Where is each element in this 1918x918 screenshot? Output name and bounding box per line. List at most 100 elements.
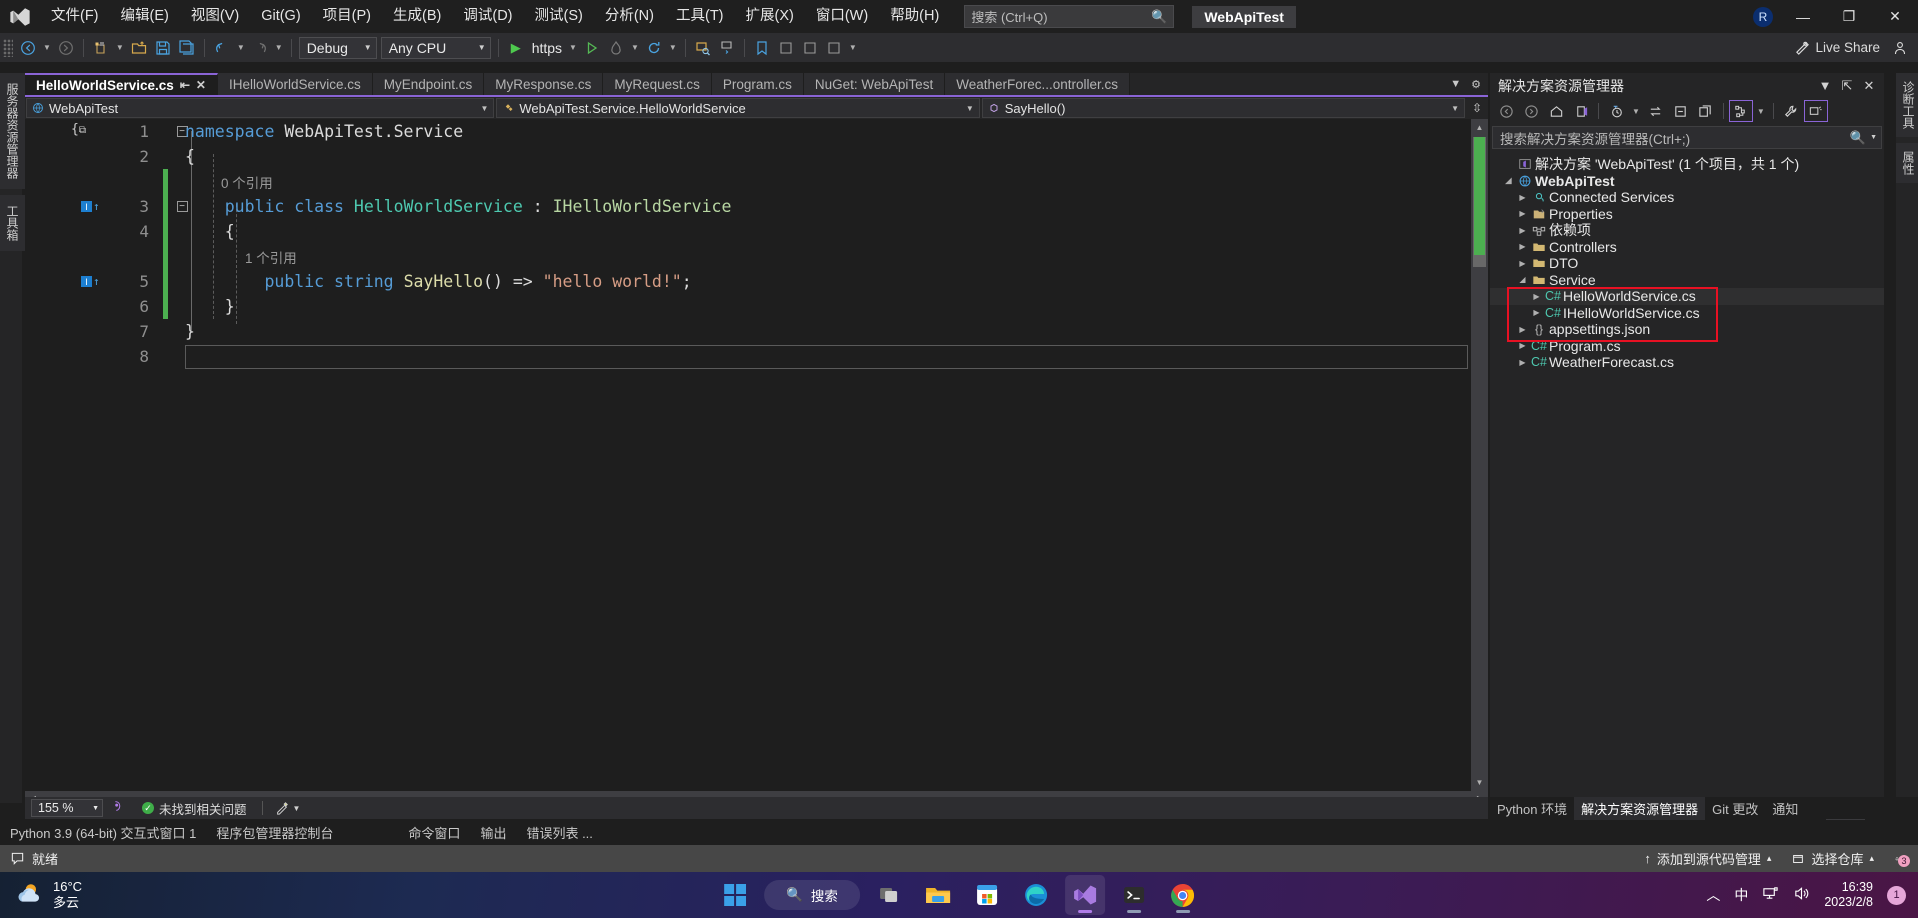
tree-item-weatherforecast-cs[interactable]: ▶ C# WeatherForecast.cs — [1490, 354, 1884, 371]
menu-analyze[interactable]: 分析(N) — [594, 0, 665, 33]
split-view-icon[interactable]: ⇳ — [1466, 101, 1488, 115]
inheritance-glyph[interactable]: I ↑ — [81, 275, 103, 288]
expander-right-icon[interactable]: ▶ — [1516, 358, 1529, 367]
editor-vertical-scrollbar[interactable]: ▲ ▼ — [1471, 119, 1488, 791]
codelens-references[interactable]: 0 个引用 — [221, 172, 273, 192]
flame-icon[interactable] — [604, 36, 628, 59]
menu-extensions[interactable]: 扩展(X) — [735, 0, 805, 33]
collapse-all-icon[interactable] — [1669, 100, 1693, 122]
close-icon[interactable]: ✕ — [196, 78, 206, 92]
expander-right-icon[interactable]: ▶ — [1516, 226, 1529, 235]
solution-configuration-combo[interactable]: Debug ▼ — [298, 36, 377, 59]
chrome-icon[interactable] — [1163, 875, 1203, 915]
weather-widget[interactable]: 16°C 多云 — [14, 872, 82, 918]
tree-item-helloworldservice-cs[interactable]: ▶ C# HelloWorldService.cs — [1490, 288, 1884, 305]
editor-tab-program[interactable]: Program.cs — [711, 73, 804, 95]
menu-test[interactable]: 测试(S) — [524, 0, 594, 33]
run-dropdown-icon[interactable]: ▼ — [566, 43, 580, 52]
menu-help[interactable]: 帮助(H) — [879, 0, 950, 33]
expander-right-icon[interactable]: ▶ — [1516, 325, 1529, 334]
scroll-down-icon[interactable]: ▼ — [1471, 774, 1488, 791]
menu-edit[interactable]: 编辑(E) — [110, 0, 180, 33]
open-folder-icon[interactable] — [127, 36, 151, 59]
chevron-down-icon[interactable]: ▼ — [1450, 78, 1461, 90]
prev-bookmark-icon[interactable] — [798, 36, 822, 59]
toolbar-overflow-icon[interactable]: ▼ — [846, 43, 860, 52]
toolbar-grip[interactable] — [3, 38, 13, 57]
microsoft-store-icon[interactable] — [967, 875, 1007, 915]
tree-item-solution[interactable]: 解决方案 'WebApiTest' (1 个项目，共 1 个) — [1490, 156, 1884, 173]
show-all-files-icon[interactable] — [1694, 100, 1718, 122]
notification-badge[interactable]: 1 — [1887, 885, 1906, 905]
terminal-icon[interactable] — [1114, 875, 1154, 915]
menu-file[interactable]: 文件(F) — [40, 0, 110, 33]
chevron-down-icon[interactable]: ▼ — [1866, 134, 1877, 141]
expander-right-icon[interactable]: ▶ — [1530, 292, 1543, 301]
menu-window[interactable]: 窗口(W) — [805, 0, 879, 33]
back-dropdown-icon[interactable]: ▼ — [40, 43, 54, 52]
next-bookmark-icon[interactable] — [822, 36, 846, 59]
tool-tab-output[interactable]: 输出 — [470, 823, 516, 842]
new-item-dropdown-icon[interactable]: ▼ — [113, 43, 127, 52]
restore-button[interactable]: ❐ — [1826, 0, 1872, 33]
hot-reload-dropdown-icon[interactable]: ▼ — [628, 43, 642, 52]
expander-right-icon[interactable]: ▶ — [1516, 242, 1529, 251]
navigate-back-icon[interactable] — [16, 36, 40, 59]
play-icon[interactable]: ▶ — [504, 36, 528, 59]
tool-tab-package-manager-console[interactable]: 程序包管理器控制台 — [206, 823, 343, 842]
live-share-button[interactable]: Live Share — [1787, 40, 1888, 55]
editor-tab-weatherforecastcontroller[interactable]: WeatherForec...ontroller.cs — [945, 73, 1131, 95]
expander-right-icon[interactable]: ▶ — [1530, 308, 1543, 317]
zoom-level-combo[interactable]: 155 % ▼ — [31, 799, 103, 817]
expander-right-icon[interactable]: ▶ — [1516, 341, 1529, 350]
gear-icon[interactable]: ⚙ — [1471, 78, 1481, 91]
ime-chinese-icon[interactable]: 中 — [1734, 885, 1748, 905]
visual-studio-icon[interactable] — [1064, 875, 1105, 915]
home-icon[interactable] — [1544, 100, 1568, 122]
live-preview-icon[interactable] — [715, 36, 739, 59]
minimize-button[interactable]: — — [1780, 0, 1826, 33]
editor-tab-myresponse[interactable]: MyResponse.cs — [484, 73, 604, 95]
quick-search-input[interactable]: 搜索 (Ctrl+Q) 🔍 — [964, 5, 1175, 28]
undo-dropdown-icon[interactable]: ▼ — [234, 43, 248, 52]
menu-debug[interactable]: 调试(D) — [452, 0, 523, 33]
save-all-icon[interactable] — [175, 36, 199, 59]
menu-build[interactable]: 生成(B) — [382, 0, 452, 33]
navbar-member-dropdown[interactable]: SayHello() ▼ — [981, 98, 1466, 118]
bookmarks-icon[interactable] — [750, 36, 774, 59]
tree-item-dependencies[interactable]: ▶ 依赖项 — [1490, 222, 1884, 239]
edge-icon[interactable] — [1016, 875, 1056, 915]
tree-item-project[interactable]: ◢ WebApiTest — [1490, 173, 1884, 190]
toggle-bookmark-icon[interactable] — [774, 36, 798, 59]
dock-tab-notifications[interactable]: 通知 — [1765, 797, 1805, 820]
feedback-icon[interactable] — [103, 799, 133, 817]
close-button[interactable]: ✕ — [1872, 0, 1918, 33]
tool-tab-python-interactive[interactable]: Python 3.9 (64-bit) 交互式窗口 1 — [0, 823, 206, 842]
properties-view-icon[interactable] — [1728, 100, 1753, 122]
select-repository-button[interactable]: 选择仓库 ▴ — [1783, 849, 1882, 868]
expander-down-icon[interactable]: ◢ — [1516, 275, 1529, 284]
expander-right-icon[interactable]: ▶ — [1516, 193, 1529, 202]
expander-right-icon[interactable]: ▶ — [1516, 209, 1529, 218]
pin-icon[interactable]: ⇤ — [180, 78, 190, 92]
codelens-references[interactable]: 1 个引用 — [245, 247, 297, 267]
vtab-properties[interactable]: 属性 — [1896, 143, 1918, 183]
vtab-server-explorer[interactable]: 服务器资源管理器 — [0, 73, 25, 189]
menu-git[interactable]: Git(G) — [250, 0, 311, 33]
select-element-icon[interactable] — [691, 36, 715, 59]
inheritance-glyph[interactable]: I ↑ — [81, 200, 103, 213]
scroll-up-icon[interactable]: ▲ — [1471, 119, 1488, 136]
pending-changes-filter-icon[interactable] — [1604, 100, 1628, 122]
preview-selected-items-icon[interactable] — [1803, 100, 1828, 122]
tool-tab-command-window[interactable]: 命令窗口 — [398, 823, 470, 842]
view-dropdown-icon[interactable]: ▼ — [1629, 107, 1643, 116]
back-icon[interactable] — [1494, 100, 1518, 122]
editor-tab-nuget[interactable]: NuGet: WebApiTest — [803, 73, 946, 95]
task-view-icon[interactable] — [869, 875, 909, 915]
start-debug-target-label[interactable]: https — [528, 36, 566, 59]
navbar-project-dropdown[interactable]: WebApiTest ▼ — [26, 98, 495, 118]
navigate-forward-icon[interactable] — [54, 36, 78, 59]
pin-icon[interactable]: ⇱ — [1836, 78, 1858, 94]
dock-tab-solution-explorer[interactable]: 解决方案资源管理器 — [1574, 796, 1706, 820]
windows-start-icon[interactable] — [715, 875, 755, 915]
